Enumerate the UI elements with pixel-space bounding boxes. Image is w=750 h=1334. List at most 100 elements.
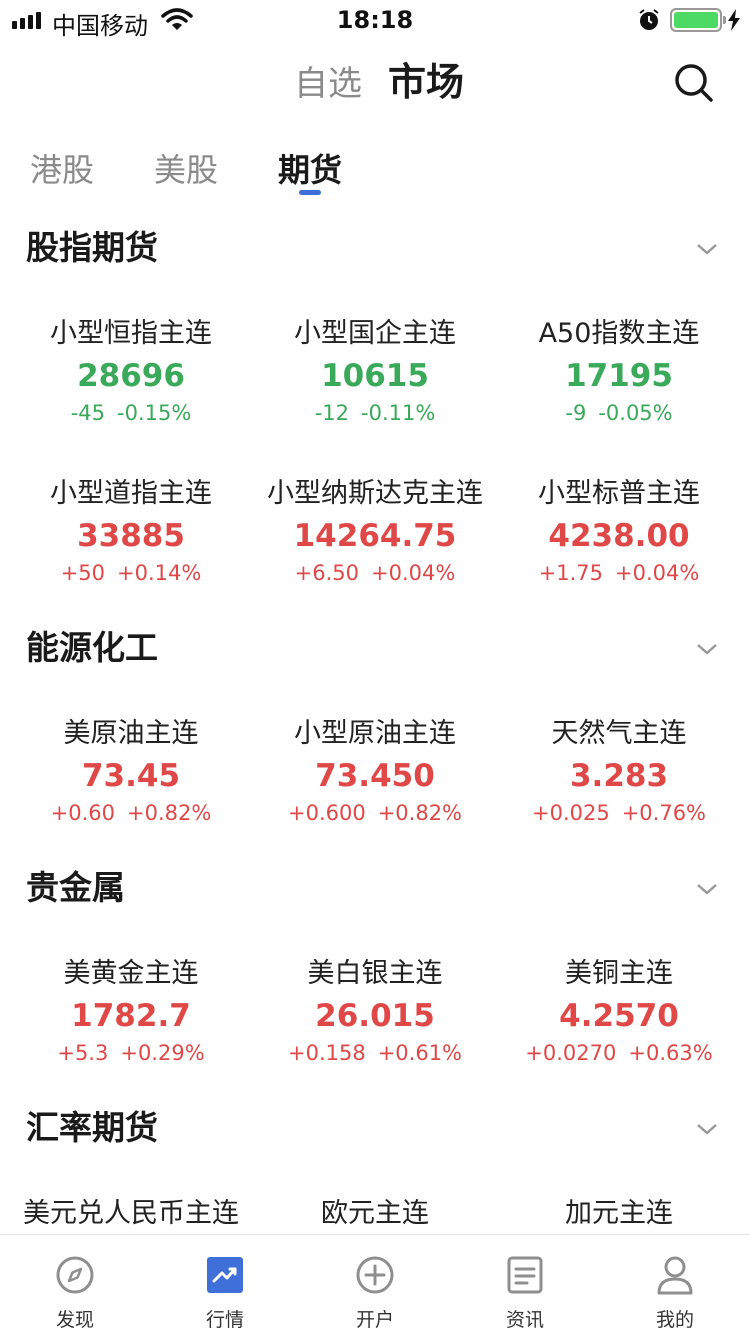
futures-change: +0.600 — [287, 801, 366, 825]
futures-change-pct: +0.82% — [127, 801, 212, 825]
nav-label: 资讯 — [505, 1309, 544, 1331]
search-icon[interactable] — [674, 63, 714, 103]
nav-market[interactable]: 行情 — [150, 1235, 300, 1334]
futures-item[interactable]: 小型恒指主连 28696 -45 -0.15% — [6, 316, 256, 428]
nav-label: 行情 — [205, 1309, 244, 1331]
futures-name: 小型道指主连 — [50, 478, 212, 509]
nav-news[interactable]: 资讯 — [450, 1235, 600, 1334]
futures-item[interactable]: 小型道指主连 33885 +50 +0.14% — [6, 476, 256, 588]
futures-change: +6.50 — [294, 561, 360, 585]
battery-icon — [670, 8, 726, 32]
futures-change: +0.0270 — [525, 1041, 617, 1065]
futures-price: 33885 — [77, 518, 185, 554]
chevron-down-icon[interactable] — [695, 1121, 719, 1137]
futures-change-pct: +0.82% — [377, 801, 463, 825]
futures-name: 美白银主连 — [307, 958, 443, 989]
tab-futures[interactable]: 期货 — [278, 148, 342, 192]
news-icon — [507, 1256, 543, 1294]
nav-discover[interactable]: 发现 — [0, 1235, 150, 1334]
futures-name: 美铜主连 — [565, 958, 673, 989]
futures-change-pct: -0.05% — [598, 401, 673, 425]
futures-name: 欧元主连 — [321, 1198, 429, 1229]
alarm-icon — [639, 9, 659, 30]
futures-name: 加元主连 — [565, 1198, 673, 1229]
futures-name: 美原油主连 — [63, 718, 199, 749]
futures-change: +0.158 — [287, 1041, 366, 1065]
futures-price: 4238.00 — [548, 518, 690, 554]
futures-item[interactable]: 天然气主连 3.283 +0.025 +0.76% — [494, 716, 744, 828]
futures-change: +0.60 — [50, 801, 116, 825]
futures-price: 17195 — [565, 358, 673, 394]
futures-name: A50指数主连 — [538, 318, 700, 349]
futures-name: 小型纳斯达克主连 — [267, 478, 483, 509]
tab-market[interactable]: 市场 — [388, 58, 464, 106]
futures-price: 4.2570 — [559, 998, 679, 1034]
active-tab-indicator — [299, 190, 321, 195]
tab-watchlist[interactable]: 自选 — [294, 60, 362, 108]
futures-change-pct: +0.29% — [120, 1041, 205, 1065]
futures-change-pct: -0.15% — [117, 401, 192, 425]
nav-open-account[interactable]: 开户 — [300, 1235, 450, 1334]
compass-icon — [56, 1256, 94, 1294]
futures-name: 美元兑人民币主连 — [23, 1198, 239, 1229]
charging-icon — [728, 9, 740, 31]
section-title-energy-chemical: 能源化工 — [26, 628, 158, 667]
futures-item[interactable]: 小型标普主连 4238.00 +1.75 +0.04% — [494, 476, 744, 588]
futures-change-pct: +0.14% — [117, 561, 202, 585]
futures-change-pct: +0.61% — [377, 1041, 463, 1065]
futures-change: +1.75 — [538, 561, 604, 585]
futures-change: +50 — [60, 561, 105, 585]
futures-price: 73.450 — [315, 758, 435, 794]
futures-item[interactable]: 欧元主连 — [250, 1196, 500, 1236]
futures-change-pct: +0.63% — [628, 1041, 713, 1065]
chevron-down-icon[interactable] — [695, 881, 719, 897]
nav-label: 开户 — [355, 1309, 394, 1331]
futures-price: 3.283 — [569, 758, 669, 794]
futures-change: +5.3 — [57, 1041, 109, 1065]
futures-name: 美黄金主连 — [63, 958, 199, 989]
nav-label: 我的 — [655, 1309, 694, 1331]
tab-us-stocks[interactable]: 美股 — [154, 148, 218, 192]
futures-item[interactable]: 小型原油主连 73.450 +0.600 +0.82% — [250, 716, 500, 828]
chevron-down-icon[interactable] — [695, 641, 719, 657]
person-icon — [657, 1256, 693, 1295]
section-title-precious-metals: 贵金属 — [26, 868, 125, 907]
futures-change: -45 — [70, 401, 105, 425]
section-title-index-futures: 股指期货 — [26, 228, 158, 267]
nav-profile[interactable]: 我的 — [600, 1235, 750, 1334]
futures-name: 小型标普主连 — [538, 478, 700, 509]
futures-change-pct: +0.76% — [621, 801, 707, 825]
futures-item[interactable]: 美铜主连 4.2570 +0.0270 +0.63% — [494, 956, 744, 1068]
futures-item[interactable]: 美元兑人民币主连 — [6, 1196, 256, 1236]
futures-change-pct: +0.04% — [615, 561, 700, 585]
futures-price: 28696 — [77, 358, 185, 394]
bottom-nav: 发现 行情 开户 资讯 我的 — [0, 1234, 750, 1334]
futures-item[interactable]: 加元主连 — [494, 1196, 744, 1236]
futures-price: 73.45 — [81, 758, 181, 794]
futures-name: 小型原油主连 — [294, 718, 456, 749]
futures-item[interactable]: 美黄金主连 1782.7 +5.3 +0.29% — [6, 956, 256, 1068]
futures-name: 小型国企主连 — [294, 318, 456, 349]
futures-name: 小型恒指主连 — [50, 318, 212, 349]
tab-hk-stocks[interactable]: 港股 — [30, 148, 94, 192]
futures-item[interactable]: 小型国企主连 10615 -12 -0.11% — [250, 316, 500, 428]
futures-item[interactable]: 美白银主连 26.015 +0.158 +0.61% — [250, 956, 500, 1068]
status-bar: 中国移动 18:18 — [0, 0, 750, 40]
chart-icon — [207, 1257, 243, 1293]
section-title-fx-futures: 汇率期货 — [26, 1108, 158, 1147]
futures-change-pct: +0.04% — [371, 561, 456, 585]
futures-change: -12 — [314, 401, 349, 425]
futures-price: 14264.75 — [293, 518, 457, 554]
futures-change-pct: -0.11% — [361, 401, 436, 425]
nav-label: 发现 — [55, 1309, 94, 1331]
futures-change: +0.025 — [531, 801, 610, 825]
futures-item[interactable]: 小型纳斯达克主连 14264.75 +6.50 +0.04% — [250, 476, 500, 588]
plus-circle-icon — [356, 1256, 394, 1294]
futures-item[interactable]: A50指数主连 17195 -9 -0.05% — [494, 316, 744, 428]
futures-name: 天然气主连 — [551, 718, 687, 749]
chevron-down-icon[interactable] — [695, 241, 719, 257]
futures-item[interactable]: 美原油主连 73.45 +0.60 +0.82% — [6, 716, 256, 828]
futures-change: -9 — [565, 401, 587, 425]
futures-price: 1782.7 — [71, 998, 191, 1034]
futures-price: 10615 — [321, 358, 429, 394]
